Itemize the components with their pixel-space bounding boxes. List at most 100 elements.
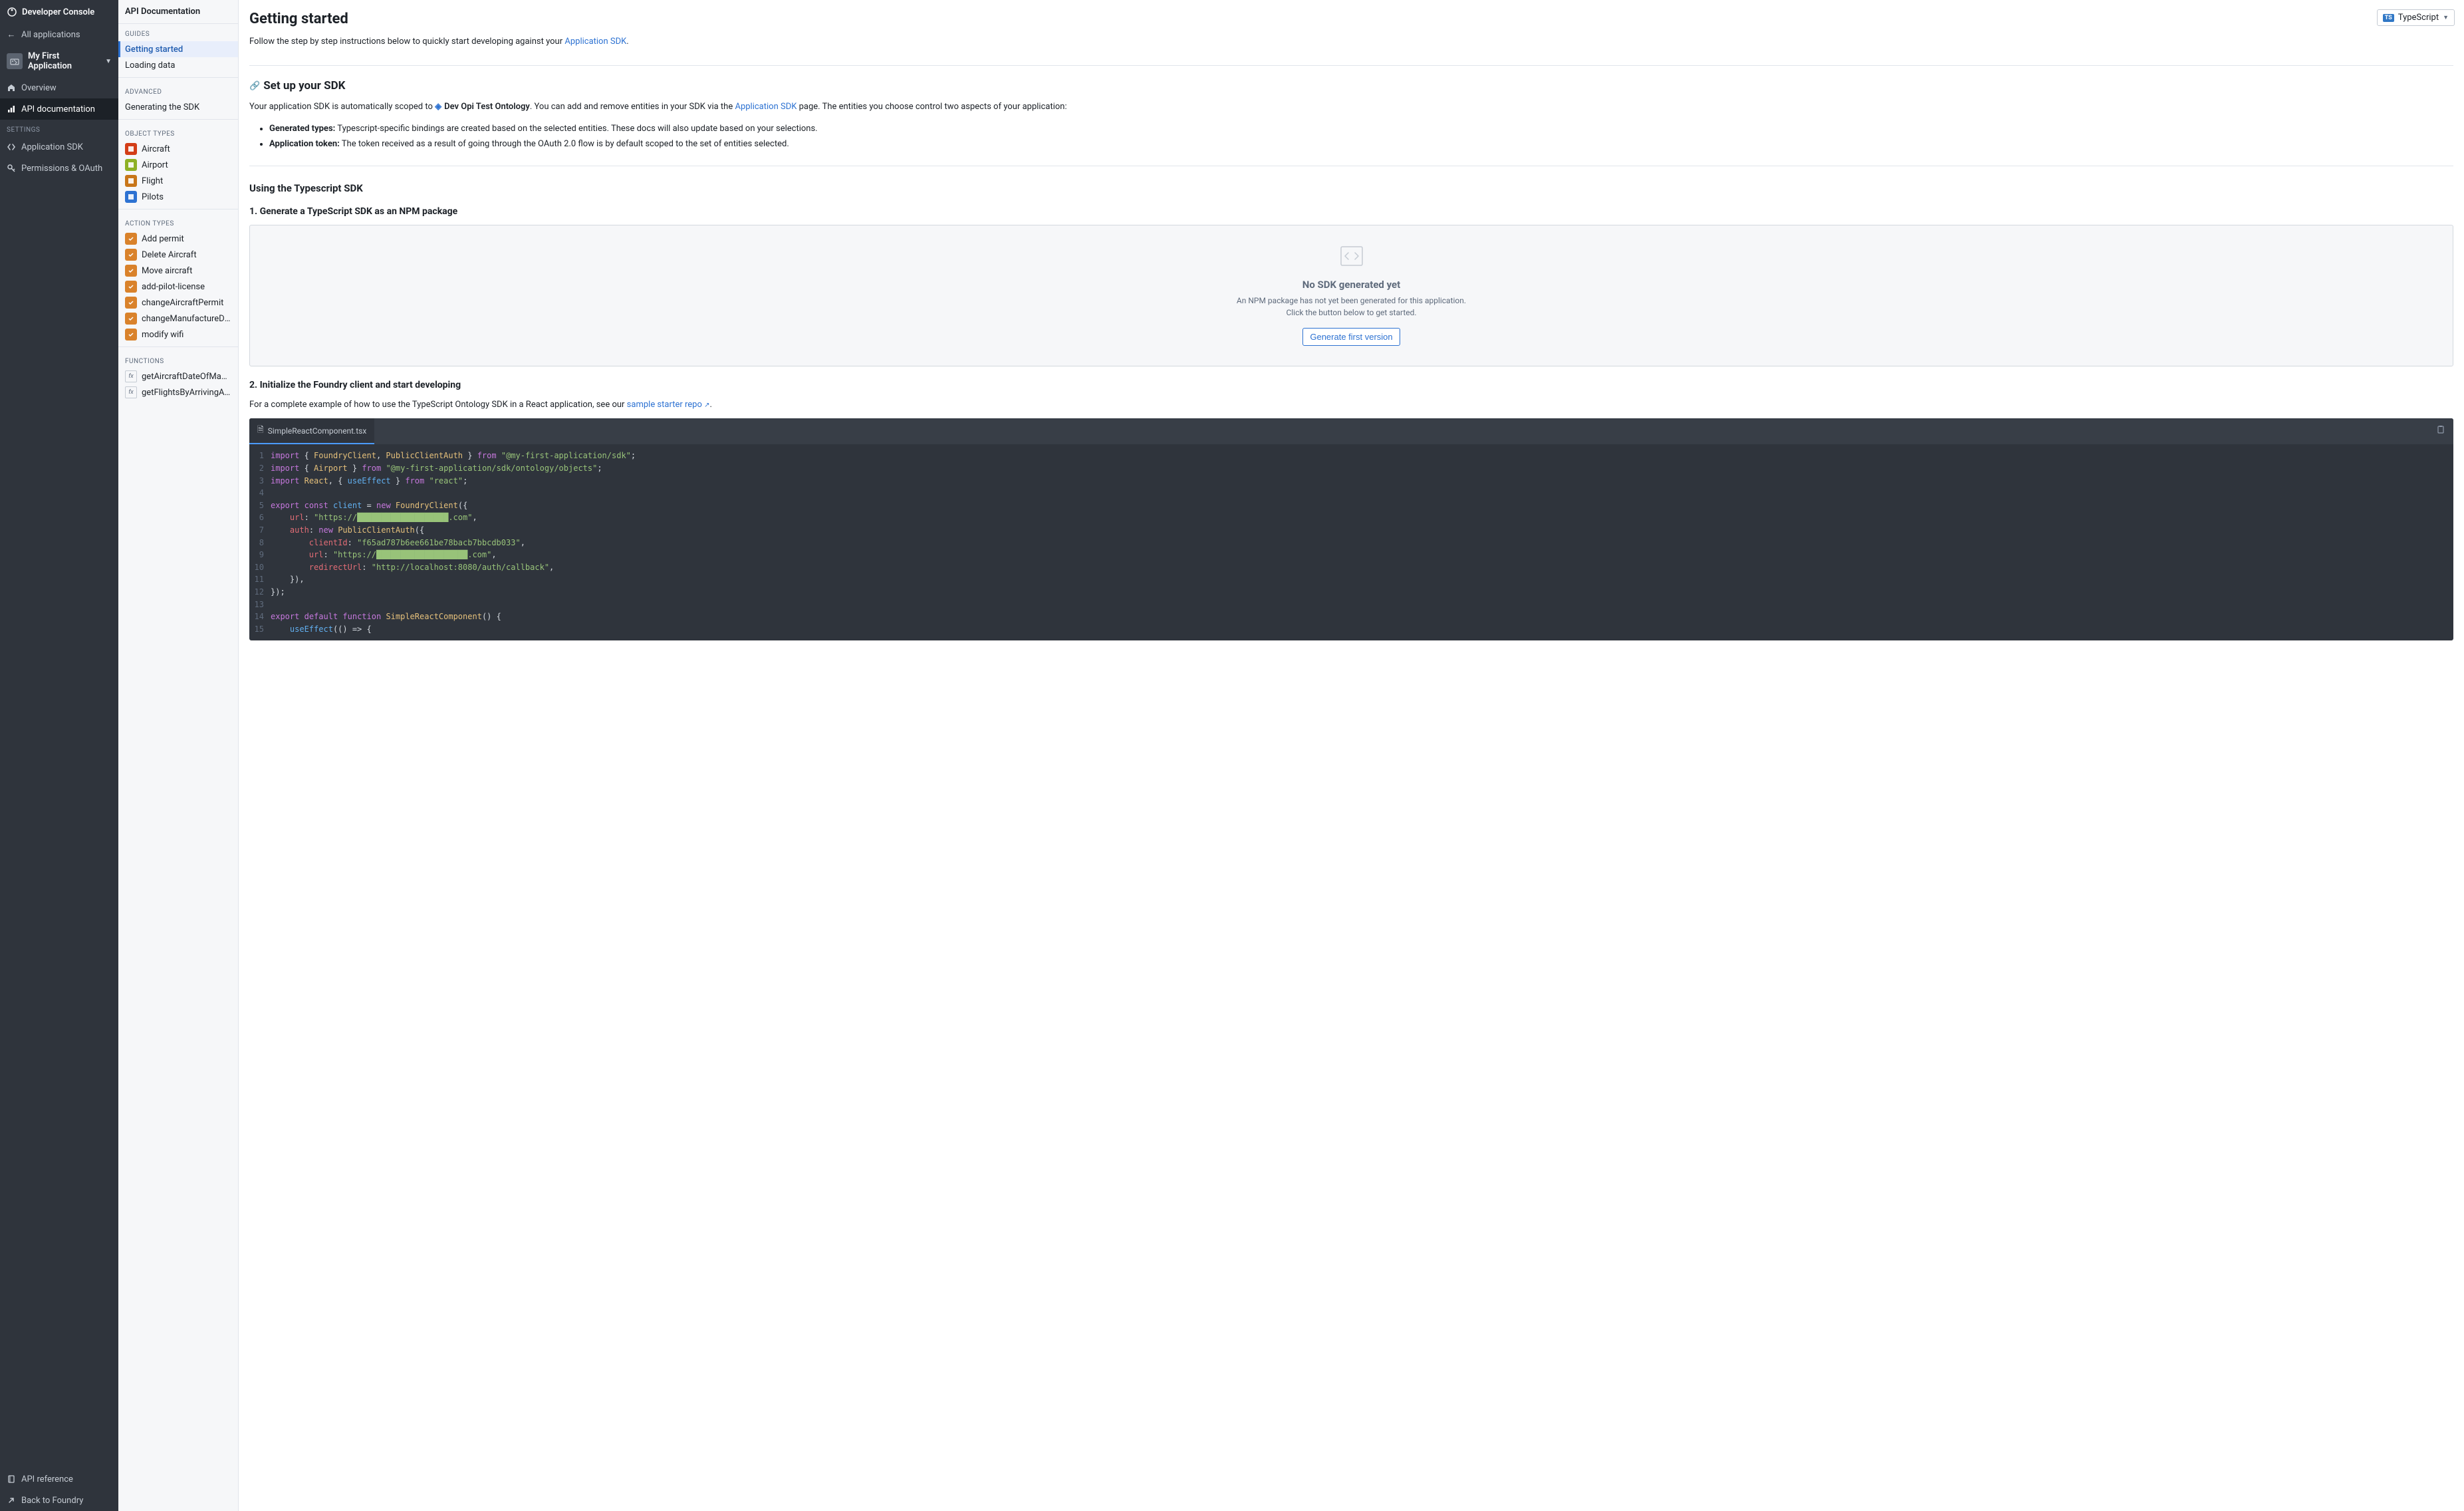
doc-nav-item[interactable]: Pilots xyxy=(118,189,238,205)
setup-sdk-paragraph: Your application SDK is automatically sc… xyxy=(249,100,2453,114)
doc-nav-item[interactable]: Delete Aircraft xyxy=(118,247,238,263)
doc-nav-item-label: Flight xyxy=(142,176,163,186)
code-content: }); xyxy=(271,586,285,599)
generate-first-version-button[interactable]: Generate first version xyxy=(1302,328,1400,346)
code-line: 4 xyxy=(249,487,2453,499)
code-tab-filename: SimpleReactComponent.tsx xyxy=(268,426,367,436)
code-line: 9 url: "https://███████████████████.com"… xyxy=(249,549,2453,561)
code-content: clientId: "f65ad787b6ee661be78bacb7bbcdb… xyxy=(271,537,525,549)
doc-nav-item-label: Airport xyxy=(142,160,168,170)
code-content: auth: new PublicClientAuth({ xyxy=(271,524,424,537)
nav-item-label: Overview xyxy=(21,83,57,93)
step-2-heading: 2. Initialize the Foundry client and sta… xyxy=(249,380,2453,390)
line-number: 5 xyxy=(249,499,271,512)
nav-item-api-reference[interactable]: API reference xyxy=(0,1468,118,1490)
setup-sdk-heading: 🔗 Set up your SDK xyxy=(249,79,2453,92)
cube-icon: ◈ xyxy=(435,100,441,114)
nav-item-overview[interactable]: Overview xyxy=(0,77,118,98)
page-title: Getting started xyxy=(249,11,2453,27)
object-type-icon xyxy=(125,143,137,155)
link-icon: 🔗 xyxy=(249,81,260,91)
doc-nav-item[interactable]: Loading data xyxy=(118,57,238,73)
doc-nav-item[interactable]: Add permit xyxy=(118,231,238,247)
current-app-selector[interactable]: My First Application ▼ xyxy=(0,45,118,77)
doc-nav-section-label: ADVANCED xyxy=(118,82,238,99)
sample-starter-repo-link[interactable]: sample starter repo ↗ xyxy=(627,400,710,410)
code-content: import React, { useEffect } from "react"… xyxy=(271,475,467,487)
code-content: url: "https://███████████████████.com", xyxy=(271,549,497,561)
doc-nav-item-label: changeAircraftPermit xyxy=(142,298,223,308)
code-placeholder-icon xyxy=(270,245,2433,269)
line-number: 6 xyxy=(249,511,271,524)
main-content: TS TypeScript ▼ Getting started Follow t… xyxy=(239,0,2464,1511)
code-content: useEffect(() => { xyxy=(271,623,372,636)
doc-nav-item[interactable]: add-pilot-license xyxy=(118,279,238,295)
chevron-down-icon: ▼ xyxy=(105,58,112,65)
action-type-icon xyxy=(125,281,137,293)
code-line: 11 }), xyxy=(249,573,2453,586)
nav-item-application-sdk[interactable]: Application SDK xyxy=(0,136,118,158)
doc-nav-item[interactable]: modify wifi xyxy=(118,327,238,343)
step-2-paragraph: For a complete example of how to use the… xyxy=(249,398,2453,412)
copy-code-button[interactable] xyxy=(2433,422,2448,440)
no-sdk-title: No SDK generated yet xyxy=(270,279,2433,291)
doc-nav-item[interactable]: changeManufactureDate xyxy=(118,311,238,327)
key-icon xyxy=(7,164,16,173)
code-tab-active[interactable]: 🗎 SimpleReactComponent.tsx xyxy=(249,418,374,444)
all-applications-link[interactable]: ← All applications xyxy=(0,24,118,45)
doc-nav-item-label: Delete Aircraft xyxy=(142,250,197,260)
no-sdk-card: No SDK generated yet An NPM package has … xyxy=(249,225,2453,366)
line-number: 3 xyxy=(249,475,271,487)
home-icon xyxy=(7,83,16,92)
language-selector[interactable]: TS TypeScript ▼ xyxy=(2377,9,2455,26)
doc-nav-item[interactable]: fxgetAircraftDateOfManufacture xyxy=(118,368,238,384)
nav-item-api-documentation[interactable]: API documentation xyxy=(0,98,118,120)
divider xyxy=(249,65,2453,66)
doc-nav-item[interactable]: changeAircraftPermit xyxy=(118,295,238,311)
code-content: url: "https://███████████████████.com", xyxy=(271,511,477,524)
nav-item-permissions-oauth[interactable]: Permissions & OAuth xyxy=(0,158,118,179)
doc-nav-item[interactable]: Generating the SDK xyxy=(118,99,238,115)
sdk-aspect-item: Generated types: Typescript-specific bin… xyxy=(269,121,2453,136)
doc-nav-item[interactable]: Flight xyxy=(118,173,238,189)
function-icon: fx xyxy=(125,386,137,398)
code-content: export const client = new FoundryClient(… xyxy=(271,499,467,512)
app-icon xyxy=(7,53,23,69)
doc-nav-item[interactable]: Getting started xyxy=(118,41,238,57)
line-number: 4 xyxy=(249,487,271,499)
doc-nav-item-label: Loading data xyxy=(125,61,175,70)
code-line: 7 auth: new PublicClientAuth({ xyxy=(249,524,2453,537)
doc-nav-item-label: getAircraftDateOfManufacture xyxy=(142,372,231,382)
doc-nav-item-label: modify wifi xyxy=(142,330,184,340)
code-content: import { Airport } from "@my-first-appli… xyxy=(271,462,602,475)
doc-nav-item[interactable]: Aircraft xyxy=(118,141,238,157)
line-number: 1 xyxy=(249,450,271,462)
doc-nav-item-label: add-pilot-license xyxy=(142,282,205,292)
code-line: 13 xyxy=(249,599,2453,611)
clipboard-icon xyxy=(2436,425,2445,434)
file-icon: 🗎 xyxy=(257,424,264,438)
application-sdk-page-link[interactable]: Application SDK xyxy=(735,102,797,112)
nav-item-back-to-foundry[interactable]: Back to Foundry xyxy=(0,1490,118,1511)
logo-icon xyxy=(7,7,17,17)
line-number: 8 xyxy=(249,537,271,549)
nav-item-label: API documentation xyxy=(21,104,95,114)
chevron-down-icon: ▼ xyxy=(2443,14,2449,21)
code-line: 12}); xyxy=(249,586,2453,599)
language-selector-label: TypeScript xyxy=(2398,13,2439,23)
action-type-icon xyxy=(125,313,137,325)
settings-section-label: SETTINGS xyxy=(0,120,118,136)
doc-nav-item-label: getFlightsByArrivingAirportC… xyxy=(142,388,231,398)
doc-nav-item[interactable]: fx getFlightsByArrivingAirportC… xyxy=(118,384,238,400)
line-number: 12 xyxy=(249,586,271,599)
sdk-aspect-item: Application token: The token received as… xyxy=(269,136,2453,152)
doc-nav-item-label: Generating the SDK xyxy=(125,102,199,112)
doc-nav-item[interactable]: Airport xyxy=(118,157,238,173)
application-sdk-link[interactable]: Application SDK xyxy=(564,37,626,47)
code-line: 5export const client = new FoundryClient… xyxy=(249,499,2453,512)
ontology-badge: ◈Dev Opi Test Ontology xyxy=(435,100,530,114)
doc-nav-item[interactable]: Move aircraft xyxy=(118,263,238,279)
line-number: 9 xyxy=(249,549,271,561)
code-line: 2import { Airport } from "@my-first-appl… xyxy=(249,462,2453,475)
code-tabs: 🗎 SimpleReactComponent.tsx xyxy=(249,418,2453,444)
